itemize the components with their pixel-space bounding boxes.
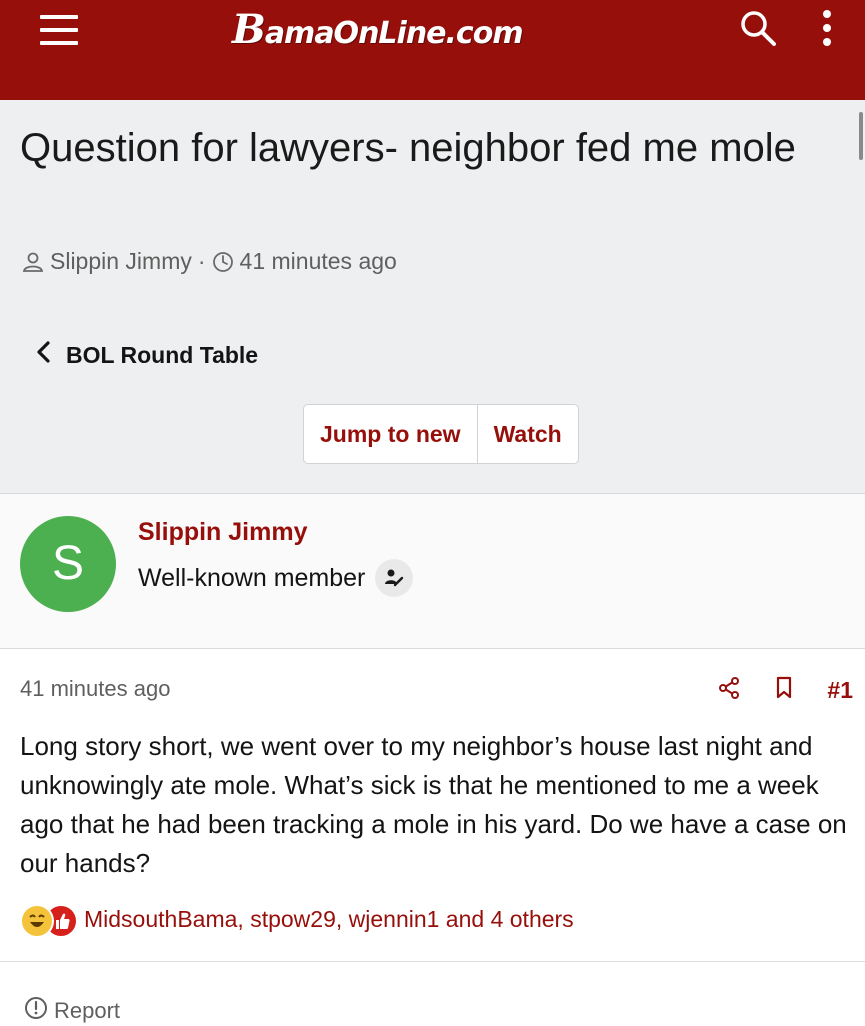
thread-meta: Slippin Jimmy · 41 minutes ago	[22, 248, 397, 275]
site-logo[interactable]: BamaOnLine.com	[232, 6, 524, 53]
post-number-link[interactable]: #1	[827, 677, 853, 704]
bookmark-icon[interactable]	[775, 676, 793, 705]
user-title: Well-known member	[138, 563, 366, 592]
user-edit-icon[interactable]	[375, 559, 414, 597]
post-timestamp[interactable]: 41 minutes ago	[20, 676, 170, 702]
post-actions: #1	[717, 676, 853, 705]
meta-separator: ·	[197, 248, 206, 274]
report-button[interactable]: Report	[24, 996, 120, 1026]
report-label: Report	[54, 998, 121, 1023]
user-title-row: Well-known member	[138, 559, 414, 597]
thread-actions: Jump to new Watch	[303, 404, 579, 464]
share-icon[interactable]	[717, 676, 741, 705]
thread-time-link[interactable]: 41 minutes ago	[240, 248, 397, 275]
hamburger-menu-icon[interactable]	[40, 15, 78, 45]
post-author-name[interactable]: Slippin Jimmy	[138, 518, 307, 547]
avatar[interactable]: S	[20, 516, 116, 612]
chevron-left-icon	[34, 340, 52, 370]
post-body: Long story short, we went over to my nei…	[20, 731, 847, 878]
user-icon	[22, 251, 44, 273]
watch-button[interactable]: Watch	[476, 405, 578, 463]
jump-to-new-button[interactable]: Jump to new	[304, 405, 477, 463]
thread-author-link[interactable]: Slippin Jimmy	[50, 248, 192, 275]
alert-circle-icon	[24, 996, 48, 1026]
search-icon[interactable]	[738, 8, 778, 48]
laugh-reaction-icon	[20, 904, 54, 938]
scrollbar[interactable]	[859, 112, 863, 160]
clock-icon	[212, 251, 234, 273]
vertical-ellipsis-icon[interactable]	[814, 8, 840, 48]
post-author-block: S Slippin Jimmy Well-known member	[0, 494, 865, 649]
post-footer-divider	[0, 961, 865, 962]
logo-text: amaOnLine.com	[264, 16, 524, 51]
top-navigation-bar: BamaOnLine.com	[0, 0, 865, 100]
reaction-icons	[20, 902, 78, 938]
logo-initial: B	[232, 6, 266, 53]
breadcrumb-label: BOL Round Table	[66, 341, 259, 368]
thread-title: Question for lawyers- neighbor fed me mo…	[20, 126, 796, 170]
reactions-row[interactable]: MidsouthBama, stpow29, wjennin1 and 4 ot…	[20, 902, 574, 938]
reactions-list-link[interactable]: MidsouthBama, stpow29, wjennin1 and 4 ot…	[84, 906, 574, 933]
breadcrumb[interactable]: BOL Round Table	[34, 340, 258, 370]
